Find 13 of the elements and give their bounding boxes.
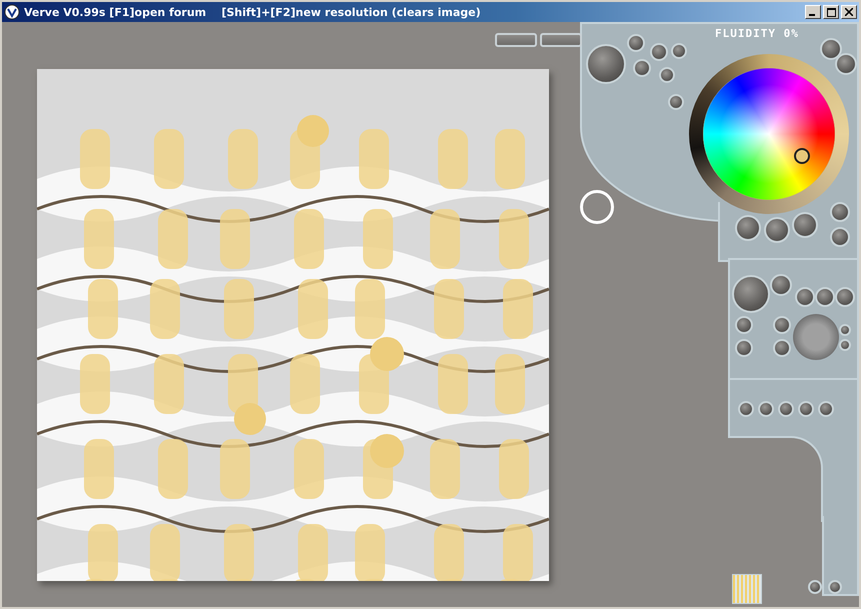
maximize-icon [826,8,836,16]
pattern-thumbnail[interactable] [732,574,762,604]
minimize-button[interactable] [805,5,821,19]
fluidity-label: FLUIDITY 0% [715,27,799,40]
maximize-button[interactable] [823,5,839,19]
brush-cursor-icon [579,189,615,225]
app-icon [4,4,20,20]
round-button[interactable] [808,580,822,594]
close-button[interactable] [841,5,857,19]
window-title: Verve V0.99s [F1]open forum [Shift]+[F2]new resolution (clears image) [24,6,481,18]
close-icon [845,8,853,16]
toolbar-button[interactable] [540,33,582,47]
toolbar-button[interactable] [495,33,537,47]
